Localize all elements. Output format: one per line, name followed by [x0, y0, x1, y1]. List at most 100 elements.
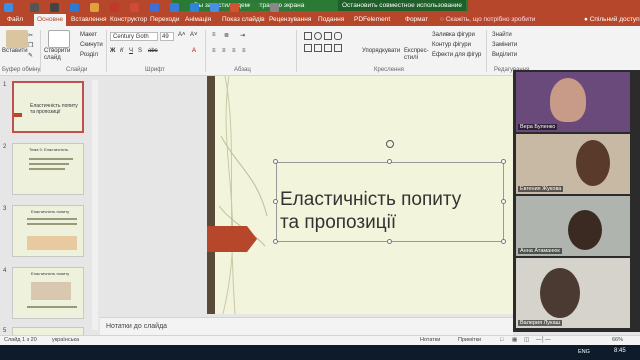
resize-handle[interactable]: [387, 159, 392, 164]
windows-start-icon[interactable]: [4, 3, 13, 12]
slide-thumbnail-4[interactable]: Еластичність попиту: [12, 267, 84, 319]
powerpoint-icon[interactable]: [230, 3, 239, 12]
align-right-icon[interactable]: ≡: [232, 48, 236, 54]
search-icon[interactable]: [30, 3, 39, 12]
shape-effects-button[interactable]: Ефекти для фігур: [432, 52, 481, 58]
resize-handle[interactable]: [501, 159, 506, 164]
font-grow-icon[interactable]: A˄: [178, 32, 186, 38]
slide-thumbnail-2[interactable]: Тема 9. Еластичність: [12, 143, 84, 195]
tab-format[interactable]: Формат: [402, 14, 431, 26]
tab-insert[interactable]: Вставлення: [68, 14, 110, 26]
bold-button[interactable]: Ж: [110, 48, 115, 54]
indent-icon[interactable]: ⇥: [240, 32, 245, 39]
italic-button[interactable]: К: [120, 48, 124, 54]
app-icon[interactable]: [110, 3, 119, 12]
reset-button[interactable]: Скинути: [80, 42, 103, 48]
resize-handle[interactable]: [501, 239, 506, 244]
layout-button[interactable]: Макет: [80, 32, 97, 38]
tab-pdfelement[interactable]: PDFelement: [351, 14, 393, 26]
app-icon[interactable]: [270, 3, 279, 12]
comments-toggle[interactable]: Примітки: [458, 336, 481, 345]
bullets-icon[interactable]: ≡: [212, 32, 216, 38]
align-center-icon[interactable]: ≡: [222, 48, 226, 54]
paste-label[interactable]: Вставити: [2, 48, 28, 54]
normal-view-icon[interactable]: □: [500, 336, 503, 345]
arrange-button[interactable]: Упорядкувати: [362, 48, 400, 54]
font-size-select[interactable]: 49: [160, 32, 174, 41]
align-left-icon[interactable]: ≡: [212, 48, 216, 54]
rotate-handle-icon[interactable]: [386, 140, 394, 148]
slide-arrow-shape[interactable]: [207, 226, 257, 252]
participant-video-2[interactable]: Евгения Жукова: [516, 134, 630, 194]
numbering-icon[interactable]: ≣: [224, 32, 229, 39]
tab-home[interactable]: Основне: [34, 14, 67, 26]
shape-rounded-icon[interactable]: [334, 32, 342, 40]
strikethrough-button[interactable]: abc: [148, 48, 158, 54]
share-button[interactable]: ● Спільний доступ: [584, 14, 640, 26]
tab-slideshow[interactable]: Показ слайдів: [219, 14, 268, 26]
edge-icon[interactable]: [70, 3, 79, 12]
select-button[interactable]: Виділити: [492, 52, 517, 58]
underline-button[interactable]: Ч: [129, 48, 133, 54]
justify-icon[interactable]: ≡: [242, 48, 246, 54]
resize-handle[interactable]: [387, 239, 392, 244]
word-icon[interactable]: [150, 3, 159, 12]
tab-design[interactable]: Конструктор: [107, 14, 150, 26]
shadow-button[interactable]: S: [138, 48, 142, 54]
thumbnails-scrollbar[interactable]: [92, 80, 98, 330]
cut-icon[interactable]: ✂: [28, 32, 33, 39]
zoom-icon[interactable]: [170, 3, 179, 12]
section-button[interactable]: Розділ: [80, 52, 98, 58]
tab-review[interactable]: Рецензування: [266, 14, 314, 26]
app-icon[interactable]: [250, 3, 259, 12]
tab-file[interactable]: Файл: [4, 14, 26, 26]
participant-video-3[interactable]: Анна Атаманюк: [516, 196, 630, 256]
shape-oval-icon[interactable]: [314, 32, 322, 40]
resize-handle[interactable]: [273, 199, 278, 204]
replace-button[interactable]: Замінити: [492, 42, 517, 48]
opera-icon[interactable]: [130, 3, 139, 12]
slide-thumbnail-5[interactable]: [12, 327, 84, 335]
paste-icon[interactable]: [6, 30, 28, 48]
input-language[interactable]: ENG: [578, 349, 590, 355]
font-shrink-icon[interactable]: A˅: [190, 32, 198, 38]
shape-outline-button[interactable]: Контур фігури: [432, 42, 471, 48]
copy-icon[interactable]: ❐: [28, 42, 33, 49]
resize-handle[interactable]: [273, 239, 278, 244]
participant-video-1[interactable]: Вера Буленко: [516, 72, 630, 132]
shape-star-icon[interactable]: [334, 44, 342, 52]
reading-view-icon[interactable]: ◫: [524, 336, 529, 345]
app-icon[interactable]: [210, 3, 219, 12]
notes-toggle[interactable]: Нотатки: [420, 336, 440, 345]
shape-fill-button[interactable]: Заливка фігури: [432, 32, 475, 38]
clock[interactable]: 8:45: [614, 348, 626, 354]
tab-view[interactable]: Подання: [315, 14, 347, 26]
font-name-select[interactable]: Century Goth: [110, 32, 158, 41]
language-indicator[interactable]: українська: [52, 336, 79, 345]
format-painter-icon[interactable]: ✎: [28, 52, 33, 59]
shape-rectangle-icon[interactable]: [304, 32, 312, 40]
shape-textbox-icon[interactable]: [324, 32, 332, 40]
resize-handle[interactable]: [273, 159, 278, 164]
new-slide-label[interactable]: Створити слайд: [44, 48, 76, 62]
sorter-view-icon[interactable]: ▦: [512, 336, 517, 345]
shape-line-icon[interactable]: [324, 44, 332, 52]
find-button[interactable]: Знайти: [492, 32, 512, 38]
tab-animations[interactable]: Анімація: [182, 14, 214, 26]
font-color-button[interactable]: A: [192, 48, 196, 54]
tab-transitions[interactable]: Переходи: [147, 14, 182, 26]
task-view-icon[interactable]: [50, 3, 59, 12]
slide-thumbnail-1[interactable]: Еластичність попиту та пропозиції: [12, 81, 84, 133]
slide-title[interactable]: Еластичність попиту та пропозиції: [280, 188, 502, 234]
zoom-slider[interactable]: —│—: [536, 336, 550, 345]
stop-sharing-button[interactable]: Остановить совместное использование: [338, 0, 466, 11]
notes-pane[interactable]: Нотатки до слайда: [100, 317, 513, 335]
explorer-icon[interactable]: [90, 3, 99, 12]
participant-video-4[interactable]: Валерия Лукаш: [516, 258, 630, 328]
new-slide-icon[interactable]: [48, 30, 70, 48]
shape-triangle-icon[interactable]: [314, 44, 322, 52]
quick-styles-button[interactable]: Експрес-стилі: [404, 48, 429, 62]
shape-arrow-icon[interactable]: [304, 44, 312, 52]
app-icon[interactable]: [190, 3, 199, 12]
zoom-level[interactable]: 66%: [612, 336, 623, 345]
